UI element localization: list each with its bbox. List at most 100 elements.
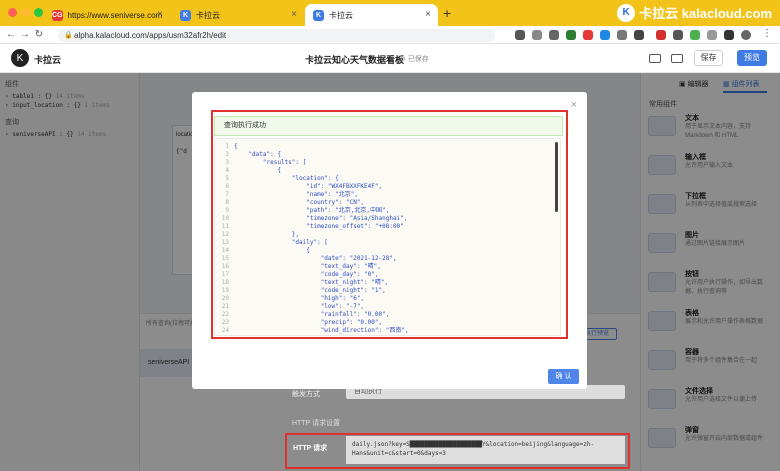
code-text: { (234, 247, 310, 254)
code-line: 17 "code_day": "0", (215, 271, 379, 279)
code-line: 10 "timezone": "Asia/Shanghai", (215, 215, 408, 223)
code-text: "code_night": "1", (234, 287, 386, 294)
forward-icon[interactable]: → (18, 29, 32, 40)
extension-icon[interactable] (617, 30, 627, 40)
http-url-input[interactable]: daily.json?key=S████████████████████Y&lo… (346, 436, 625, 464)
code-text: "precip": "0.00", (234, 319, 383, 326)
layout-toggle-icon[interactable] (649, 54, 661, 63)
http-section-title: HTTP 请求设置 (292, 420, 341, 427)
panel-toggle-icon[interactable] (671, 54, 683, 63)
code-line: 20 "high": "6", (215, 295, 364, 303)
code-text: "location": { (234, 175, 339, 182)
code-line: 23 "precip": "0.00", (215, 319, 382, 327)
line-number: 6 (225, 183, 229, 190)
tab-seniverse[interactable]: CG https://www.seniverse.com × (44, 4, 170, 26)
code-text: "id": "WX4FBXXFKE4F", (234, 183, 383, 190)
extension-icon[interactable] (549, 30, 559, 40)
save-button[interactable]: 保存 (694, 50, 723, 66)
code-text: "results": [ (234, 159, 307, 166)
code-line: 13 "daily": [ (215, 239, 328, 247)
trigger-mode-label: 触发方式 (292, 391, 320, 398)
minimize-window-dot[interactable] (21, 8, 30, 17)
code-text: "text_day": "晴", (234, 263, 381, 270)
extension-icon[interactable] (707, 30, 717, 40)
preview-button[interactable]: 预览 (737, 50, 767, 66)
back-icon[interactable]: ← (4, 29, 18, 40)
code-text: "high": "6", (234, 295, 365, 302)
tab-kalacloud-1[interactable]: K 卡拉云 × (172, 4, 304, 26)
page-title: 卡拉云知心天气数据看板 (305, 55, 405, 65)
json-result-viewer[interactable]: 1{2 "data": {3 "results": [4 {5 "locatio… (214, 138, 561, 336)
code-text: "code_day": "0", (234, 271, 379, 278)
code-text: "wind_direction": "西南", (234, 327, 409, 334)
tab-favicon-icon: K (313, 9, 324, 21)
url-text: alpha.kalacloud.com/apps/usm32afr2h/edit (74, 31, 227, 40)
tab-close-icon[interactable]: × (157, 9, 163, 20)
code-text: "text_night": "晴", (234, 279, 389, 286)
close-window-dot[interactable] (8, 8, 17, 17)
saved-label: 已保存 (407, 56, 429, 63)
code-line: 8 "country": "CN", (215, 199, 364, 207)
more-menu-icon[interactable]: ⋮ (760, 28, 774, 39)
line-number: 23 (221, 319, 229, 326)
extension-icon[interactable] (724, 30, 734, 40)
brand-watermark: K 卡拉云 kalacloud.com (617, 3, 772, 22)
line-number: 2 (225, 151, 229, 158)
kalacloud-logo-icon: K (11, 49, 29, 67)
code-line: 24 "wind_direction": "西南", (215, 327, 409, 335)
code-text: "low": "-7", (234, 303, 365, 310)
line-number: 5 (225, 175, 229, 182)
code-text: "country": "CN", (234, 199, 365, 206)
code-line: 5 "location": { (215, 175, 339, 183)
reload-icon[interactable]: ↻ (32, 29, 46, 40)
code-text: { (234, 167, 281, 174)
code-line: 22 "rainfall": "0.00", (215, 311, 390, 319)
app-name: 卡拉云 (34, 55, 62, 65)
line-number: 12 (221, 231, 229, 238)
code-line: 7 "name": "北京", (215, 191, 358, 199)
new-tab-icon[interactable]: + (443, 5, 451, 21)
extension-icon[interactable] (532, 30, 542, 40)
line-number: 19 (221, 287, 229, 294)
tab-close-icon[interactable]: × (425, 9, 431, 20)
tab-kalacloud-active[interactable]: K 卡拉云 × (305, 4, 438, 26)
lock-icon: 🔒 (64, 32, 73, 39)
line-number: 22 (221, 311, 229, 318)
code-text: { (234, 143, 238, 150)
line-number: 20 (221, 295, 229, 302)
line-number: 1 (225, 143, 229, 150)
code-text: "timezone": "Asia/Shanghai", (234, 215, 408, 222)
tab-favicon-icon: K (180, 9, 191, 21)
extension-icon[interactable] (656, 30, 666, 40)
app-header: K 卡拉云 卡拉云知心天气数据看板 ⊙ 已保存 保存 预览 (0, 44, 780, 73)
extension-icon[interactable] (515, 30, 525, 40)
line-number: 17 (221, 271, 229, 278)
code-text: "wind_direction_degree": "225", (234, 335, 433, 336)
line-number: 14 (221, 247, 229, 254)
code-line: 2 "data": { (215, 151, 281, 159)
confirm-button[interactable]: 确 认 (548, 369, 579, 384)
code-text: }, (234, 231, 300, 238)
tab-title: 卡拉云 (196, 10, 220, 20)
extension-icon[interactable] (566, 30, 576, 40)
line-number: 25 (215, 335, 229, 336)
line-number: 24 (221, 327, 229, 334)
code-line: 16 "text_day": "晴", (215, 263, 381, 271)
extension-icon[interactable] (600, 30, 610, 40)
maximize-window-dot[interactable] (34, 8, 43, 17)
saved-status: ⊙ 已保存 (400, 56, 429, 63)
extension-icon[interactable] (673, 30, 683, 40)
code-line: 6 "id": "WX4FBXXFKE4F", (215, 183, 382, 191)
scrollbar[interactable] (555, 142, 558, 212)
code-text: "daily": [ (234, 239, 328, 246)
profile-avatar[interactable] (741, 30, 751, 40)
extension-icon[interactable] (634, 30, 644, 40)
extension-icon[interactable] (690, 30, 700, 40)
code-text: "data": { (234, 151, 281, 158)
close-icon[interactable]: × (571, 99, 577, 111)
extension-icon[interactable] (583, 30, 593, 40)
tab-close-icon[interactable]: × (291, 9, 297, 20)
code-text: "name": "北京", (234, 191, 358, 198)
url-field[interactable]: 🔒 alpha.kalacloud.com/apps/usm32afr2h/ed… (58, 29, 495, 42)
tab-title: https://www.seniverse.com (67, 10, 163, 20)
